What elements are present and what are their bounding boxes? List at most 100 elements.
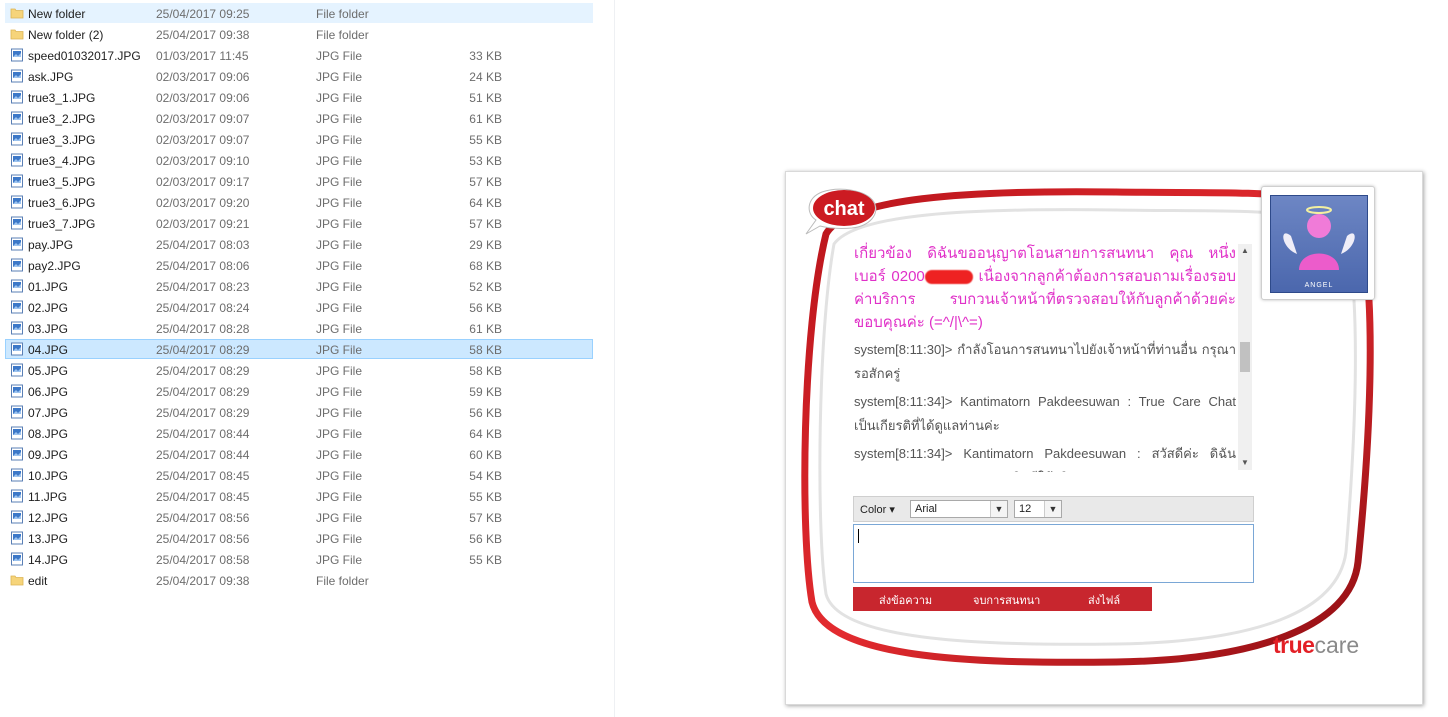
message-input[interactable] [853, 524, 1254, 583]
file-date: 25/04/2017 09:38 [156, 574, 250, 588]
file-size: 57 KB [469, 217, 502, 231]
file-row[interactable]: 06.JPG 25/04/2017 08:29 JPG File 59 KB [5, 381, 593, 401]
file-type: JPG File [316, 301, 363, 315]
image-file-icon [10, 153, 24, 167]
file-row[interactable]: 14.JPG 25/04/2017 08:58 JPG File 55 KB [5, 549, 593, 569]
scroll-up-arrow-icon[interactable]: ▲ [1238, 244, 1252, 258]
file-row[interactable]: true3_3.JPG 02/03/2017 09:07 JPG File 55 KB [5, 129, 593, 149]
file-row[interactable]: speed01032017.JPG 01/03/2017 11:45 JPG Fil… [5, 45, 593, 65]
format-toolbar: Color ▾ Arial ▼ 12 ▼ [853, 496, 1254, 522]
image-file-icon [10, 321, 24, 335]
file-type: JPG File [316, 196, 363, 210]
scroll-thumb[interactable] [1240, 342, 1250, 372]
file-name: 10.JPG [28, 469, 69, 483]
file-name: 11.JPG [28, 490, 68, 504]
image-file-icon [10, 111, 24, 125]
file-row[interactable]: 11.JPG 25/04/2017 08:45 JPG File 55 KB [5, 486, 593, 506]
font-select[interactable]: Arial ▼ [910, 500, 1008, 518]
file-type: File folder [316, 7, 369, 21]
file-row[interactable]: 01.JPG 25/04/2017 08:23 JPG File 52 KB [5, 276, 593, 296]
chat-message: system[8:11:34]> Kantimatorn Pakdeesuwan… [854, 390, 1236, 438]
file-date: 02/03/2017 09:06 [156, 70, 250, 84]
file-row[interactable]: pay.JPG 25/04/2017 08:03 JPG File 29 KB [5, 234, 593, 254]
message-text: system[8:11:30]> กำลังโอนการสนทนาไปยังเจ… [854, 342, 1236, 381]
file-row[interactable]: 08.JPG 25/04/2017 08:44 JPG File 64 KB [5, 423, 593, 443]
angel-avatar-image: ANGEL [1270, 195, 1368, 293]
redacted-phone [924, 270, 973, 285]
message-text: system[8:11:34]> Kantimatorn Pakdeesuwan… [854, 394, 1236, 433]
file-type: JPG File [316, 259, 363, 273]
file-row[interactable]: 02.JPG 25/04/2017 08:24 JPG File 56 KB [5, 297, 593, 317]
file-row[interactable]: 12.JPG 25/04/2017 08:56 JPG File 57 KB [5, 507, 593, 527]
file-row[interactable]: true3_1.JPG 02/03/2017 09:06 JPG File 51 KB [5, 87, 593, 107]
folder-icon [10, 573, 24, 587]
file-name: true3_2.JPG [28, 112, 96, 126]
file-date: 25/04/2017 08:03 [156, 238, 250, 252]
file-row[interactable]: 13.JPG 25/04/2017 08:56 JPG File 56 KB [5, 528, 593, 548]
end-chat-button[interactable]: จบการสนทนา [973, 591, 1040, 609]
file-name: true3_1.JPG [28, 91, 96, 105]
file-size: 56 KB [469, 532, 502, 546]
file-size: 55 KB [469, 133, 502, 147]
file-size: 54 KB [469, 469, 502, 483]
file-name: 08.JPG [28, 427, 69, 441]
file-date: 25/04/2017 09:38 [156, 28, 250, 42]
image-file-icon [10, 216, 24, 230]
file-row[interactable]: New folder 25/04/2017 09:25 File folder [5, 3, 593, 23]
file-type: JPG File [316, 175, 363, 189]
file-date: 25/04/2017 08:23 [156, 280, 250, 294]
file-size: 61 KB [469, 322, 502, 336]
file-row[interactable]: pay2.JPG 25/04/2017 08:06 JPG File 68 KB [5, 255, 593, 275]
image-file-icon [10, 342, 24, 356]
file-name: ask.JPG [28, 70, 74, 84]
color-picker[interactable]: Color ▾ [860, 503, 895, 516]
message-text: system[8:11:34]> Kantimatorn Pakdeesuwan… [854, 446, 1236, 472]
file-size: 64 KB [469, 427, 502, 441]
file-row[interactable]: true3_5.JPG 02/03/2017 09:17 JPG File 57 KB [5, 171, 593, 191]
file-row[interactable]: edit 25/04/2017 09:38 File folder [5, 570, 593, 590]
chat-message: เกี่ยวข้อง ดิฉันขออนุญาตโอนสายการสนทนา ค… [854, 242, 1236, 334]
scroll-down-arrow-icon[interactable]: ▼ [1238, 456, 1252, 470]
file-row[interactable]: 05.JPG 25/04/2017 08:29 JPG File 58 KB [5, 360, 593, 380]
file-name: New folder (2) [28, 28, 104, 42]
send-file-button[interactable]: ส่งไฟล์ [1088, 591, 1120, 609]
file-date: 25/04/2017 08:45 [156, 469, 250, 483]
file-row[interactable]: 09.JPG 25/04/2017 08:44 JPG File 60 KB [5, 444, 593, 464]
image-file-icon [10, 489, 24, 503]
file-name: true3_5.JPG [28, 175, 96, 189]
file-type: JPG File [316, 322, 363, 336]
image-file-icon [10, 174, 24, 188]
chevron-down-icon[interactable]: ▼ [1044, 501, 1061, 517]
file-name: 09.JPG [28, 448, 69, 462]
chat-bubble-icon: chat [805, 188, 877, 235]
file-size: 29 KB [469, 238, 502, 252]
file-row[interactable]: 04.JPG 25/04/2017 08:29 JPG File 58 KB [5, 339, 593, 359]
file-date: 02/03/2017 09:10 [156, 154, 250, 168]
chevron-down-icon[interactable]: ▼ [990, 501, 1007, 517]
file-size: 51 KB [469, 91, 502, 105]
file-size: 55 KB [469, 490, 502, 504]
file-type: JPG File [316, 553, 363, 567]
file-row[interactable]: true3_4.JPG 02/03/2017 09:10 JPG File 53 KB [5, 150, 593, 170]
file-name: pay2.JPG [28, 259, 81, 273]
file-size: 60 KB [469, 448, 502, 462]
file-row[interactable]: ask.JPG 02/03/2017 09:06 JPG File 24 KB [5, 66, 593, 86]
file-date: 25/04/2017 08:29 [156, 385, 250, 399]
image-file-icon [10, 69, 24, 83]
file-date: 25/04/2017 08:29 [156, 406, 250, 420]
file-row[interactable]: 10.JPG 25/04/2017 08:45 JPG File 54 KB [5, 465, 593, 485]
file-row[interactable]: 07.JPG 25/04/2017 08:29 JPG File 56 KB [5, 402, 593, 422]
transcript-scrollbar[interactable]: ▲ ▼ [1238, 244, 1252, 470]
file-row[interactable]: true3_7.JPG 02/03/2017 09:21 JPG File 57 KB [5, 213, 593, 233]
image-file-icon [10, 468, 24, 482]
file-row[interactable]: 03.JPG 25/04/2017 08:28 JPG File 61 KB [5, 318, 593, 338]
file-row[interactable]: true3_2.JPG 02/03/2017 09:07 JPG File 61 KB [5, 108, 593, 128]
logo-care: care [1314, 632, 1360, 658]
image-file-icon [10, 300, 24, 314]
file-row[interactable]: New folder (2) 25/04/2017 09:38 File folde… [5, 24, 593, 44]
folder-icon [10, 6, 24, 20]
file-type: JPG File [316, 385, 363, 399]
file-row[interactable]: true3_6.JPG 02/03/2017 09:20 JPG File 64 KB [5, 192, 593, 212]
send-message-button[interactable]: ส่งข้อความ [879, 591, 932, 609]
font-size-select[interactable]: 12 ▼ [1014, 500, 1062, 518]
